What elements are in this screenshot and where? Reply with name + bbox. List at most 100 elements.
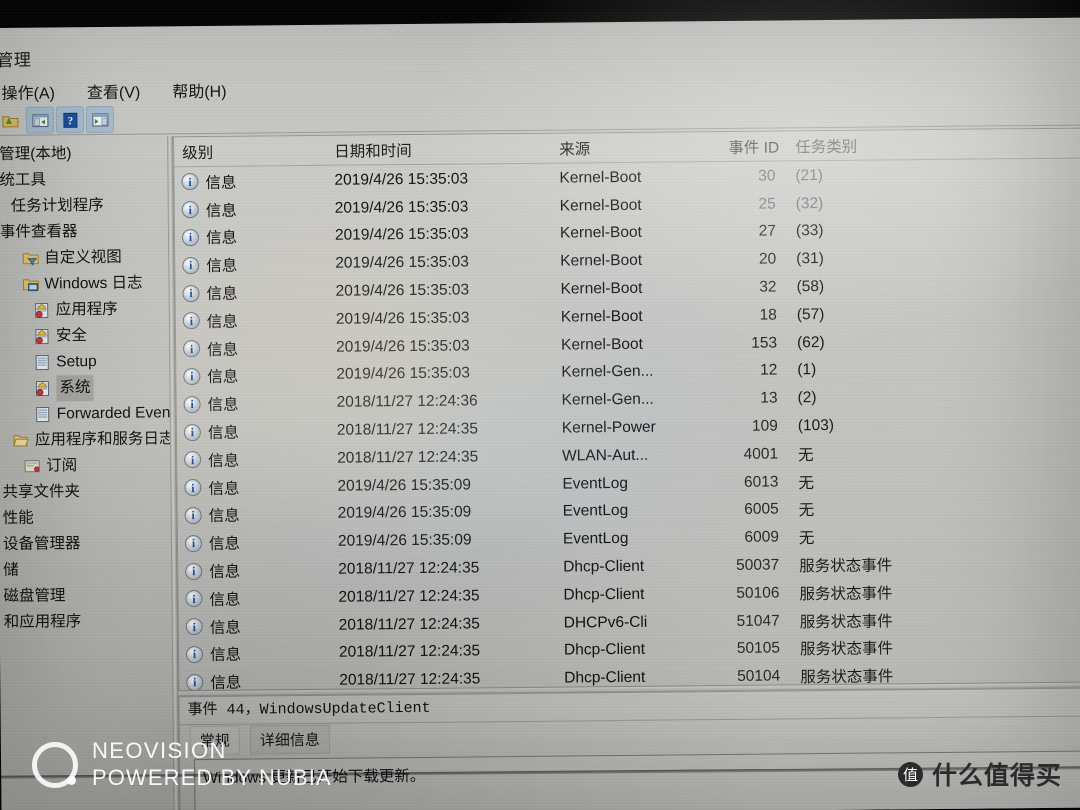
sidebar-item-11[interactable]: Forwarded Even <box>0 400 174 428</box>
sidebar-item-16[interactable]: 设备管理器 <box>0 530 174 558</box>
event-detail-pane: 事件 44，WindowsUpdateClient 常规 详细信息 Window… <box>178 687 1080 810</box>
sidebar-item-label: 任务计划程序 <box>10 196 104 215</box>
sidebar-item-2[interactable]: 统工具 <box>0 166 174 194</box>
console-tree: 管理(本地) 统工具任务计划程序事件查看器 自定义视图 Windows 日志应用程序安… <box>0 140 174 636</box>
cell-task-category: (57) <box>796 305 825 324</box>
sidebar-item-7[interactable]: 应用程序 <box>0 296 174 324</box>
cell-datetime: 2018/11/27 12:24:36 <box>336 392 478 411</box>
cell-datetime: 2019/4/26 15:35:03 <box>335 281 470 300</box>
show-hide-action-pane-button[interactable] <box>85 105 115 134</box>
cell-event-id: 18 <box>759 306 777 324</box>
column-header-event-id[interactable]: 事件 ID <box>717 135 779 158</box>
cell-level: i 信息 <box>175 281 335 305</box>
cell-level-label: 信息 <box>208 535 241 554</box>
cell-task-category: 服务状态事件 <box>799 585 893 604</box>
column-header-datetime[interactable]: 日期和时间 <box>334 137 559 161</box>
cell-source: Dhcp-Client <box>563 557 645 576</box>
subscription-icon <box>24 459 41 475</box>
show-hide-action-pane-icon <box>91 112 108 127</box>
sidebar-item-label: 磁盘管理 <box>3 587 66 605</box>
work-area: 管理(本地) 统工具任务计划程序事件查看器 自定义视图 Windows 日志应用程序安… <box>0 127 1080 810</box>
cell-source: EventLog <box>562 474 628 493</box>
folder-open-icon <box>13 433 30 449</box>
cell-event-id: 6005 <box>744 500 779 519</box>
column-header-level[interactable]: 级别 <box>174 139 334 163</box>
sidebar-item-1[interactable]: 管理(本地) <box>0 140 174 168</box>
cell-task-category: (21) <box>795 166 824 185</box>
cell-source: Kernel-Boot <box>559 224 642 243</box>
cell-datetime: 2019/4/26 15:35:03 <box>334 225 469 245</box>
sidebar-item-12[interactable]: 应用程序和服务日志 <box>0 426 174 454</box>
sidebar-item-label: 订阅 <box>46 457 78 475</box>
cell-level: i 信息 <box>175 253 335 277</box>
cell-task-category: (31) <box>796 250 824 268</box>
information-icon: i <box>184 451 202 469</box>
sidebar-item-label: Forwarded Even <box>56 404 171 423</box>
cell-datetime: 2018/11/27 12:24:35 <box>338 587 480 606</box>
sidebar-item-17[interactable]: 储 <box>0 556 174 584</box>
cell-task-category: (62) <box>796 333 825 351</box>
cell-level: i 信息 <box>174 170 334 194</box>
menu-help[interactable]: 帮助(H) <box>169 77 229 104</box>
menu-action[interactable]: 操作(A) <box>0 78 58 105</box>
sidebar-item-label: 储 <box>3 561 19 579</box>
cell-level: i 信息 <box>175 197 335 221</box>
sidebar-item-15[interactable]: 性能 <box>0 504 174 532</box>
information-icon: i <box>186 673 204 691</box>
cell-level-label: 信息 <box>209 563 241 582</box>
sidebar-item-label: 统工具 <box>0 171 47 189</box>
cell-level-label: 信息 <box>206 257 238 276</box>
sidebar-item-14[interactable]: 共享文件夹 <box>0 478 174 506</box>
sidebar-item-9[interactable]: Setup <box>0 348 174 376</box>
sidebar-item-3[interactable]: 任务计划程序 <box>0 192 174 220</box>
sidebar-item-8[interactable]: 安全 <box>0 322 174 350</box>
information-icon: i <box>182 284 200 302</box>
sidebar-item-label: 应用程序 <box>55 300 118 319</box>
sidebar-item-label: Windows 日志 <box>44 274 143 293</box>
cell-source: Kernel-Boot <box>560 252 643 270</box>
cell-level: i 信息 <box>177 475 337 499</box>
log-warning-icon <box>34 328 51 345</box>
cell-event-id: 27 <box>758 222 777 241</box>
cell-level-label: 信息 <box>205 202 237 220</box>
information-icon: i <box>184 534 203 552</box>
sidebar-item-5[interactable]: 自定义视图 <box>0 244 174 272</box>
tab-general[interactable]: 常规 <box>189 725 240 755</box>
information-icon: i <box>185 590 203 608</box>
sidebar-item-18[interactable]: 磁盘管理 <box>0 582 174 610</box>
cell-level-label: 信息 <box>208 452 240 470</box>
console-tree-pane: 管理(本地) 统工具任务计划程序事件查看器 自定义视图 Windows 日志应用程序安… <box>0 136 174 810</box>
folder-filter-icon <box>22 251 39 267</box>
help-button[interactable]: ? <box>55 106 85 134</box>
help-icon: ? <box>62 112 77 128</box>
event-list-pane: 级别 日期和时间 来源 事件 ID 任务类别 i 信息 2019/4/26 15:3… <box>173 127 1080 695</box>
event-detail-body: Windows 更新已开始下载更新。 <box>194 750 1080 810</box>
cell-source: Kernel-Boot <box>560 335 644 354</box>
tab-details[interactable]: 详细信息 <box>249 724 331 755</box>
sidebar-item-10[interactable]: 系统 <box>0 374 174 402</box>
sidebar-item-label: 应用程序和服务日志 <box>34 430 174 449</box>
sidebar-item-19[interactable]: 和应用程序 <box>0 608 174 636</box>
cell-event-id: 6009 <box>744 528 780 547</box>
sidebar-item-13[interactable]: 订阅 <box>0 452 174 480</box>
cell-datetime: 2018/11/27 12:24:35 <box>338 642 481 662</box>
cell-datetime: 2018/11/27 12:24:35 <box>336 420 479 439</box>
menu-view[interactable]: 查看(V) <box>84 78 144 105</box>
event-list-rows: i 信息 2019/4/26 15:35:03 Kernel-Boot 30 (21) i 信… <box>174 159 1080 693</box>
up-folder-button[interactable] <box>0 108 23 133</box>
sidebar-item-4[interactable]: 事件查看器 <box>0 218 174 246</box>
log-plain-icon <box>34 354 51 371</box>
cell-level: i 信息 <box>178 559 338 583</box>
column-header-task-category[interactable]: 任务类别 <box>779 133 959 157</box>
cell-datetime: 2018/11/27 12:24:35 <box>337 448 479 467</box>
cell-task-category: 服务状态事件 <box>799 613 893 631</box>
sidebar-item-6[interactable]: Windows 日志 <box>0 270 174 298</box>
information-icon: i <box>182 256 200 274</box>
cell-datetime: 2019/4/26 15:35:03 <box>334 198 469 217</box>
information-icon: i <box>185 618 203 636</box>
cell-task-category: (33) <box>795 222 824 240</box>
cell-level: i 信息 <box>177 392 337 416</box>
cell-event-id: 12 <box>759 361 778 380</box>
column-header-source[interactable]: 来源 <box>559 136 717 160</box>
show-hide-console-tree-button[interactable] <box>25 106 55 134</box>
